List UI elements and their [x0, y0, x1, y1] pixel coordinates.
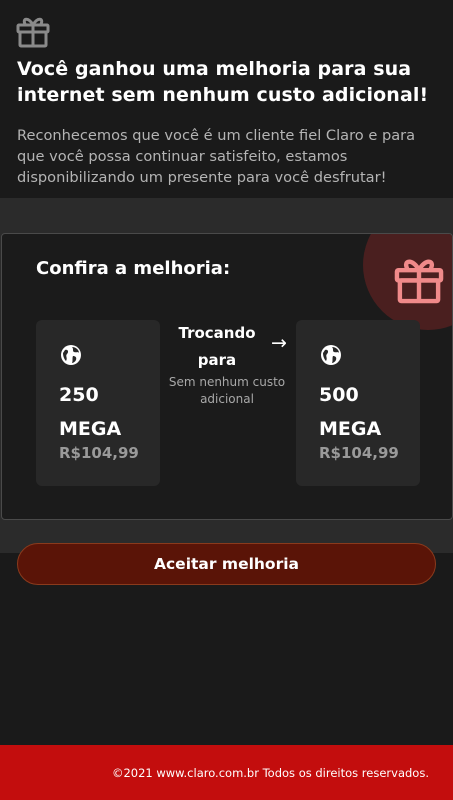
new-plan-speed-unit: MEGA — [319, 418, 382, 440]
gift-badge — [363, 234, 452, 330]
swap-label-line2: para — [197, 351, 237, 369]
current-plan-speed-value: 250 — [59, 384, 99, 406]
current-plan-speed-unit: MEGA — [59, 418, 122, 440]
new-plan-box: 500 MEGA R$104,99 — [296, 320, 420, 486]
footer: ©2021 www.claro.com.br Todos os direitos… — [0, 745, 453, 800]
gift-icon — [394, 259, 444, 304]
current-plan-box: 250 MEGA R$104,99 — [36, 320, 160, 486]
new-plan-speed-value: 500 — [319, 384, 359, 406]
accept-upgrade-button[interactable]: Aceitar melhoria — [17, 543, 436, 585]
current-plan-speed: 250 MEGA — [59, 378, 121, 446]
swap-label: Trocando para — [172, 320, 262, 374]
arrow-right-icon: → — [271, 332, 287, 354]
upgrade-card: Confira a melhoria: 250 MEGA R$104,99 Tr… — [1, 233, 453, 520]
intro-text: Reconhecemos que você é um cliente fiel … — [17, 127, 416, 186]
swap-subtext: Sem nenhum custo adicional — [168, 375, 286, 406]
headline: Você ganhou uma melhoria para sua intern… — [17, 58, 429, 106]
globe-icon — [321, 345, 341, 365]
gift-icon — [16, 14, 50, 48]
globe-icon — [61, 345, 81, 365]
current-plan-price: R$104,99 — [59, 444, 139, 462]
card-title: Confira a melhoria: — [36, 258, 231, 279]
swap-label-line1: Trocando — [178, 324, 256, 342]
new-plan-price: R$104,99 — [319, 444, 399, 462]
footer-copyright: ©2021 www.claro.com.br Todos os direitos… — [111, 766, 429, 780]
new-plan-speed: 500 MEGA — [319, 378, 381, 446]
